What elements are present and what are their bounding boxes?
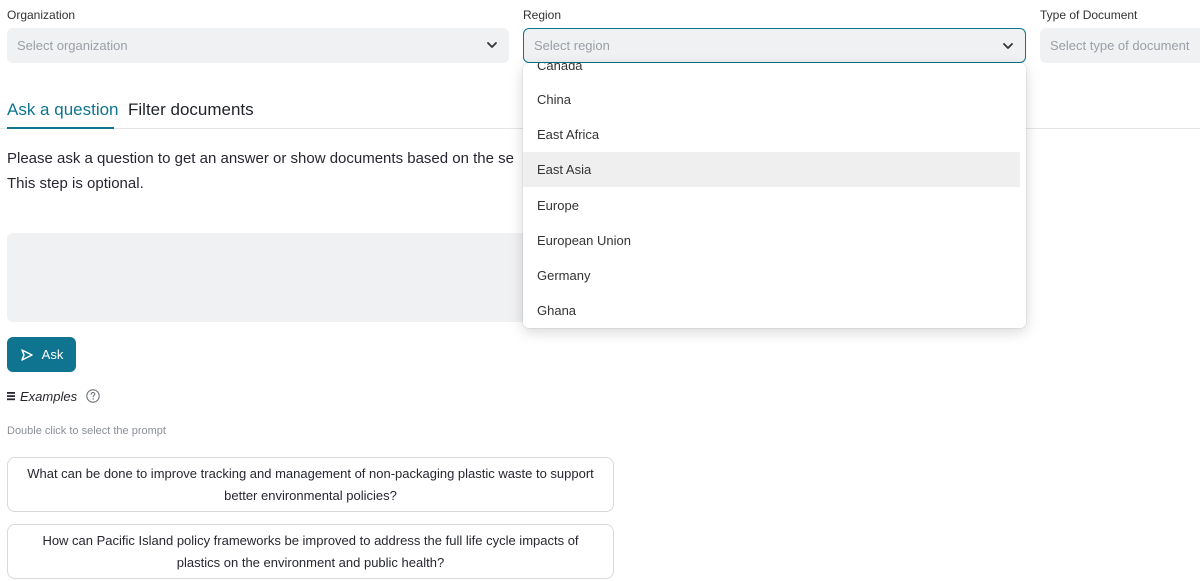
region-option[interactable]: European Union (523, 223, 1020, 258)
region-option[interactable]: Germany (523, 258, 1020, 293)
doc-type-label: Type of Document (1040, 8, 1138, 22)
organization-label: Organization (7, 8, 76, 22)
doc-type-placeholder: Select type of document (1050, 38, 1190, 53)
chevron-down-icon (1003, 43, 1013, 49)
region-placeholder: Select region (534, 38, 610, 53)
list-icon (7, 392, 15, 401)
examples-hint: Double click to select the prompt (7, 425, 166, 437)
region-option-highlighted[interactable]: East Asia (523, 152, 1020, 187)
examples-header[interactable]: Examples (7, 388, 101, 404)
instructions-line-1: Please ask a question to get an answer o… (7, 150, 514, 167)
ask-button-label: Ask (41, 347, 64, 362)
instructions-line-2: This step is optional. (7, 175, 144, 192)
example-prompt[interactable]: What can be done to improve tracking and… (7, 457, 614, 512)
organization-select[interactable]: Select organization (7, 28, 509, 63)
chevron-down-icon (487, 42, 497, 48)
region-option[interactable]: East Africa (523, 117, 1020, 152)
send-icon (20, 348, 33, 361)
doc-type-select[interactable]: Select type of document (1040, 28, 1200, 63)
region-option[interactable]: China (523, 82, 1020, 117)
organization-placeholder: Select organization (17, 38, 128, 53)
ask-button[interactable]: Ask (7, 337, 76, 372)
tab-ask-question[interactable]: Ask a question (7, 100, 119, 120)
region-label: Region (523, 8, 562, 22)
region-option[interactable]: Ghana (523, 293, 1020, 328)
question-input[interactable] (7, 233, 537, 322)
region-select[interactable]: Select region (523, 28, 1026, 63)
tab-filter-documents[interactable]: Filter documents (128, 100, 254, 120)
example-prompt[interactable]: How can Pacific Island policy frameworks… (7, 524, 614, 579)
region-option[interactable]: Europe (523, 188, 1020, 223)
region-option[interactable]: Canada (523, 63, 1020, 83)
app-root: Organization Select organization Region … (0, 0, 1200, 581)
help-icon[interactable] (85, 388, 101, 404)
instructions-text: Please ask a question to get an answer o… (7, 146, 514, 196)
active-tab-indicator (7, 127, 114, 129)
region-dropdown-menu: Canada China East Africa East Asia Europ… (523, 63, 1026, 328)
examples-title: Examples (20, 388, 78, 404)
